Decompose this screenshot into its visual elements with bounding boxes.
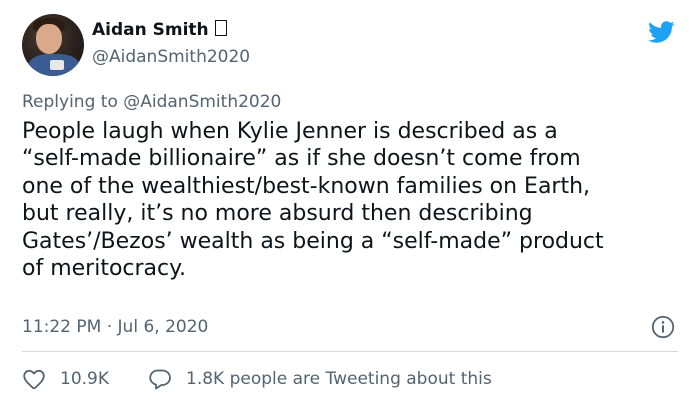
avatar[interactable]	[22, 14, 84, 76]
info-icon[interactable]	[651, 315, 675, 339]
twitter-bird-icon[interactable]	[645, 18, 677, 46]
tweet-timestamp[interactable]: 11:22 PM · Jul 6, 2020	[22, 317, 208, 337]
author-display-name[interactable]: Aidan Smith	[92, 20, 227, 40]
missing-glyph-icon	[214, 20, 227, 36]
like-count: 10.9K	[60, 369, 109, 389]
reply-context[interactable]: Replying to @AidanSmith2020	[22, 92, 281, 112]
like-button[interactable]: 10.9K	[22, 367, 109, 391]
tweet-text: People laugh when Kylie Jenner is descri…	[22, 119, 604, 282]
speech-bubble-icon	[149, 369, 171, 390]
avatar-shirt-print	[50, 60, 64, 70]
tweet-card: Aidan Smith @AidanSmith2020 Replying to …	[0, 0, 700, 406]
reply-count-text: 1.8K people are Tweeting about this	[186, 369, 492, 389]
author-handle[interactable]: @AidanSmith2020	[92, 47, 250, 67]
heart-icon	[23, 369, 45, 390]
divider	[22, 351, 678, 352]
reply-button[interactable]: 1.8K people are Tweeting about this	[148, 367, 492, 391]
author-name-text: Aidan Smith	[92, 20, 209, 40]
avatar-face	[36, 24, 62, 54]
